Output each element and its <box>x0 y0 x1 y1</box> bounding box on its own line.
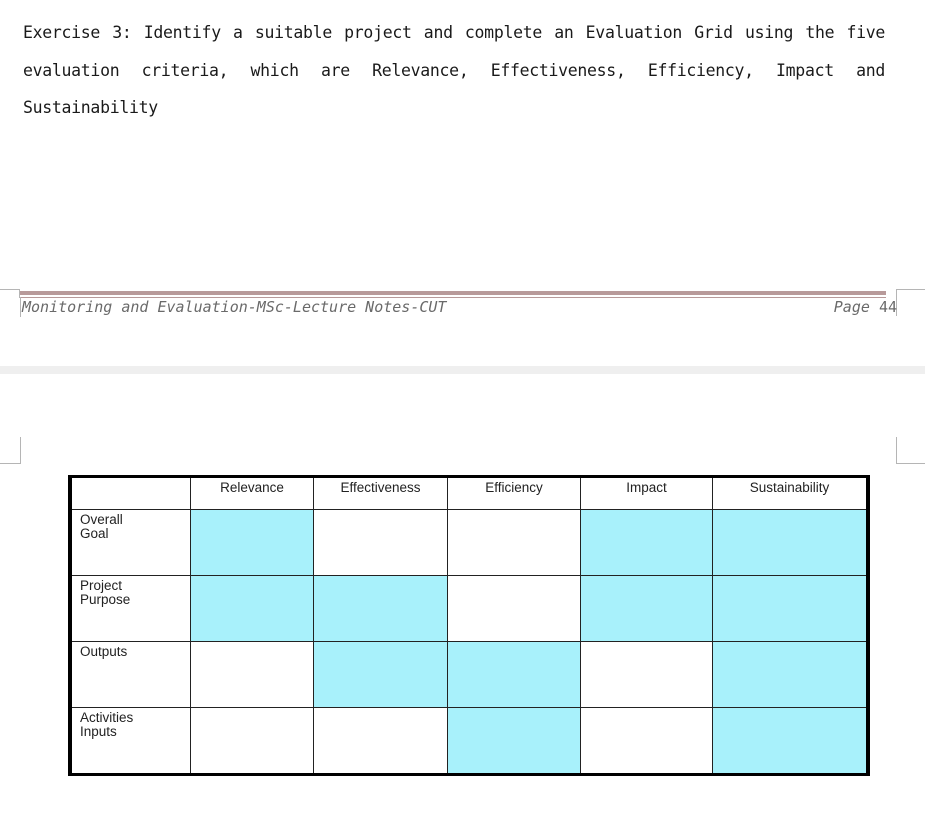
footer-page-number: Page 44 <box>834 297 897 317</box>
page-separator <box>0 366 925 374</box>
grid-cell <box>447 575 581 642</box>
grid-cell <box>580 707 713 775</box>
evaluation-grid-table: Relevance Effectiveness Efficiency Impac… <box>68 475 870 776</box>
row-header-line: Overall <box>80 512 123 527</box>
grid-cell <box>447 509 581 576</box>
exercise-paragraph: Exercise 3: Identify a suitable project … <box>23 23 885 117</box>
grid-cell <box>313 707 448 775</box>
row-header-line: Goal <box>80 526 109 541</box>
page-number: 44 <box>878 298 897 316</box>
row-header-line: Activities <box>80 710 134 725</box>
table-row: Activities Inputs <box>69 707 869 775</box>
grid-cell <box>712 575 869 642</box>
page-margin-corner-marker <box>0 437 21 464</box>
row-header: Activities Inputs <box>69 707 191 775</box>
table-row: Project Purpose <box>69 575 869 642</box>
column-header-sustainability: Sustainability <box>712 476 869 510</box>
column-header-effectiveness: Effectiveness <box>313 476 448 510</box>
row-header: Outputs <box>69 641 191 708</box>
grid-cell <box>447 707 581 775</box>
grid-cell <box>313 575 448 642</box>
grid-cell <box>190 707 314 775</box>
row-header-line: Purpose <box>80 592 131 607</box>
grid-cell <box>447 641 581 708</box>
page-margin-corner-marker <box>896 437 925 464</box>
column-header-empty <box>69 476 191 510</box>
grid-cell <box>712 707 869 775</box>
table-header-row: Relevance Effectiveness Efficiency Impac… <box>69 476 869 510</box>
column-header-efficiency: Efficiency <box>447 476 581 510</box>
page-margin-corner-marker <box>896 289 925 316</box>
grid-cell <box>190 575 314 642</box>
grid-cell <box>580 575 713 642</box>
column-header-relevance: Relevance <box>190 476 314 510</box>
row-header-line: Outputs <box>80 644 128 659</box>
row-header-line: Project <box>80 578 123 593</box>
footer-title: Monitoring and Evaluation-MSc-Lecture No… <box>20 297 447 317</box>
column-header-impact: Impact <box>580 476 713 510</box>
grid-cell <box>190 509 314 576</box>
page-margin-corner-marker <box>0 289 20 298</box>
grid-cell <box>580 509 713 576</box>
grid-cell <box>190 641 314 708</box>
page-label: Page <box>833 298 870 316</box>
row-header: Project Purpose <box>69 575 191 642</box>
footer-rule <box>20 291 886 295</box>
table-row: Outputs <box>69 641 869 708</box>
table-row: Overall Goal <box>69 509 869 576</box>
grid-cell <box>712 509 869 576</box>
row-header-line: Inputs <box>80 724 117 739</box>
row-header: Overall Goal <box>69 509 191 576</box>
document-page-43: Exercise 3: Identify a suitable project … <box>0 0 925 366</box>
grid-cell <box>313 641 448 708</box>
grid-cell <box>313 509 448 576</box>
grid-cell <box>712 641 869 708</box>
grid-cell <box>580 641 713 708</box>
